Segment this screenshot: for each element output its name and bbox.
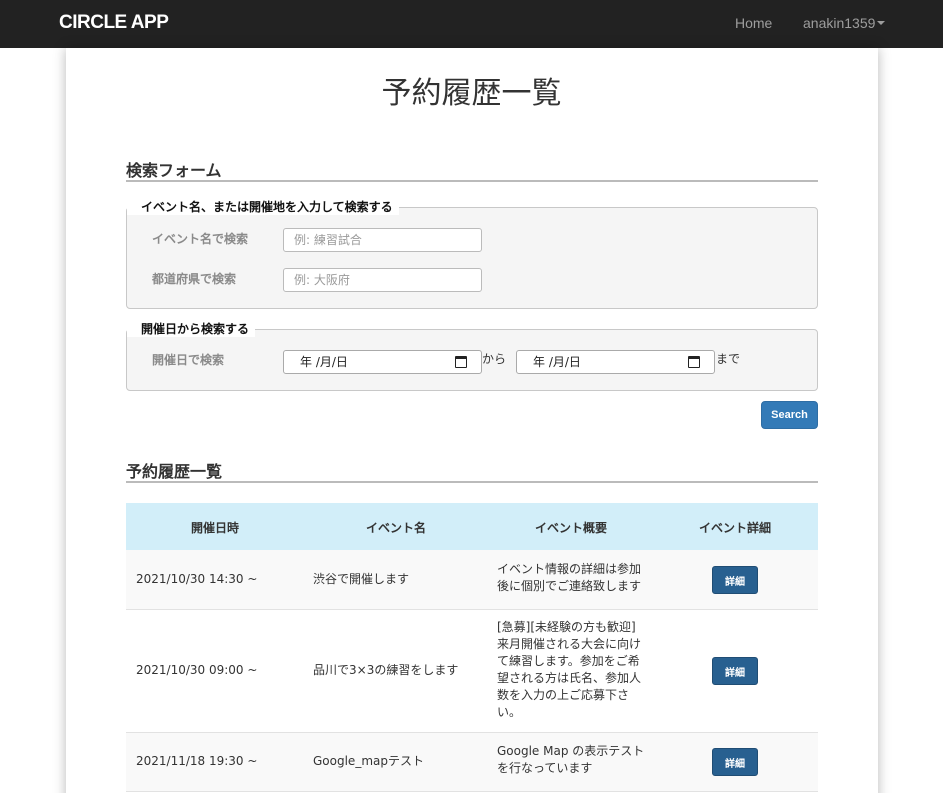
date-search-legend: 開催日から検索する xyxy=(127,320,256,337)
search-button[interactable]: Search xyxy=(761,401,818,429)
navbar: CIRCLE APP Home anakin1359 xyxy=(0,0,943,48)
table-row: 2021/10/30 09:00 ~ 品川で3×3の練習をします [急募][未経… xyxy=(126,610,818,733)
date-from-value: 年 /月/日 xyxy=(300,355,348,369)
user-menu-dropdown[interactable]: anakin1359 xyxy=(803,15,886,31)
table-row: 2021/11/18 19:30 ~ Google_mapテスト Google … xyxy=(126,733,818,792)
detail-button[interactable]: 詳細 xyxy=(712,748,758,776)
column-header-date: 開催日時 xyxy=(191,521,240,535)
calendar-icon[interactable] xyxy=(455,356,467,368)
date-to-input[interactable]: 年 /月/日 xyxy=(516,350,715,374)
table-header: 開催日時 イベント名 イベント概要 イベント詳細 xyxy=(126,503,818,550)
row-date: 2021/10/30 09:00 ~ xyxy=(136,663,258,677)
row-event-name: 品川で3×3の練習をします xyxy=(313,663,459,677)
row-date: 2021/11/18 19:30 ~ xyxy=(136,754,258,768)
detail-button[interactable]: 詳細 xyxy=(712,566,758,594)
row-event-name: Google_mapテスト xyxy=(313,754,424,768)
search-form-heading: 検索フォーム xyxy=(126,161,222,180)
row-summary: Google Map の表示テスト を行なっています xyxy=(497,744,645,775)
detail-button[interactable]: 詳細 xyxy=(712,657,758,685)
name-search-legend: イベント名、または開催地を入力して検索する xyxy=(127,198,399,215)
prefecture-input[interactable] xyxy=(283,268,482,292)
event-name-input[interactable] xyxy=(283,228,482,252)
user-menu-label: anakin1359 xyxy=(803,15,876,31)
name-search-fieldset xyxy=(126,207,818,309)
prefecture-label: 都道府県で検索 xyxy=(152,272,237,286)
date-label: 開催日で検索 xyxy=(152,353,225,367)
caret-down-icon xyxy=(877,21,886,26)
column-header-detail: イベント詳細 xyxy=(699,521,772,535)
row-date: 2021/10/30 14:30 ~ xyxy=(136,572,258,586)
date-from-suffix: から xyxy=(482,352,507,366)
row-summary: イベント情報の詳細は参加 後に個別でご連絡致します xyxy=(497,562,642,593)
page-title: 予約履歴一覧 xyxy=(381,76,562,111)
column-header-summary: イベント概要 xyxy=(535,521,608,535)
row-event-name: 渋谷で開催します xyxy=(313,572,410,586)
date-to-suffix: まで xyxy=(716,352,741,366)
event-name-label: イベント名で検索 xyxy=(152,232,249,246)
date-from-input[interactable]: 年 /月/日 xyxy=(283,350,482,374)
nav-home-link[interactable]: Home xyxy=(735,15,772,31)
table-row: 2021/10/30 14:30 ~ 渋谷で開催します イベント情報の詳細は参加… xyxy=(126,550,818,610)
divider xyxy=(126,481,818,483)
row-summary: [急募][未経験の方も歓迎] 来月開催される大会に向け て練習します。参加をご希… xyxy=(497,620,642,719)
calendar-icon[interactable] xyxy=(688,356,700,368)
date-to-value: 年 /月/日 xyxy=(533,355,581,369)
brand-logo[interactable]: CIRCLE APP xyxy=(59,12,169,34)
history-heading: 予約履歴一覧 xyxy=(126,462,223,481)
column-header-event-name: イベント名 xyxy=(366,521,427,535)
divider xyxy=(126,180,818,182)
